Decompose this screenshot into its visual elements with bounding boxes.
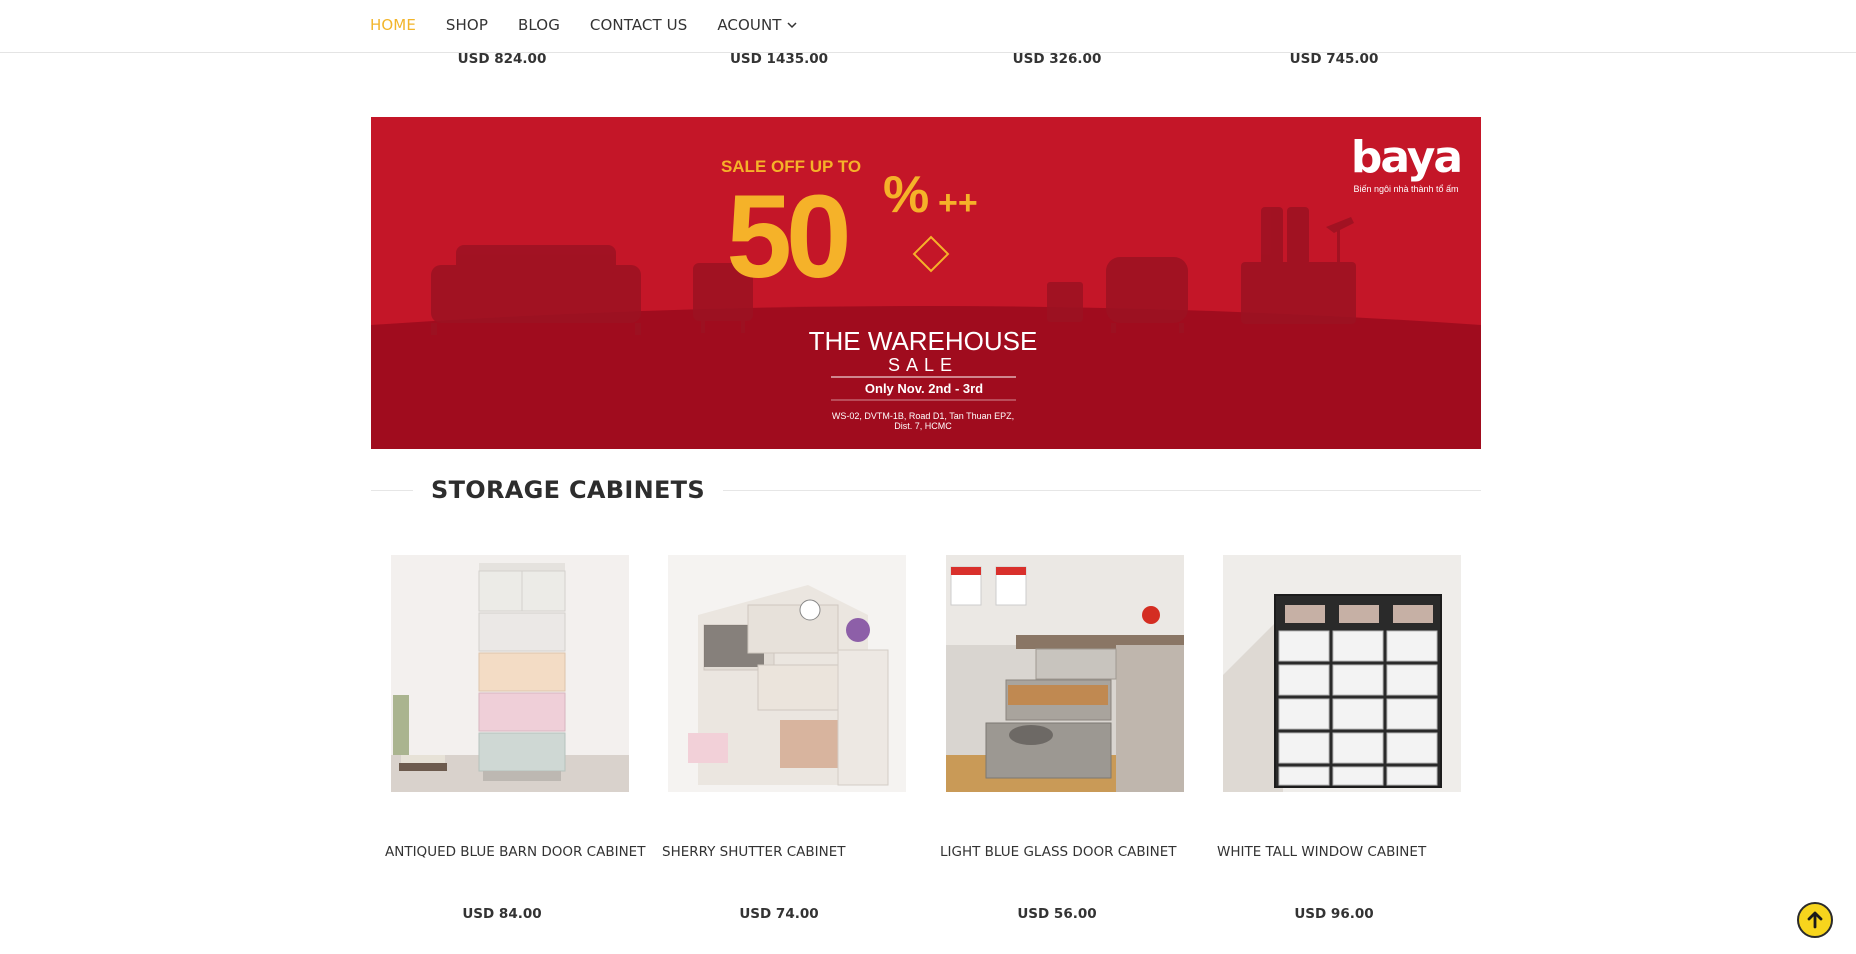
banner-plus: ++ — [938, 184, 978, 222]
banner-graphic: SALE OFF UP TO 50 % ++ THE WAREHOUSE SAL… — [371, 132, 1481, 449]
nav-item-home[interactable]: HOME — [370, 16, 416, 34]
product-name[interactable]: LIGHT BLUE GLASS DOOR CABINET — [940, 844, 1177, 860]
divider — [674, 490, 1481, 491]
arrow-up-icon — [1807, 911, 1823, 929]
nav-account-label: ACOUNT — [717, 15, 782, 34]
nav-home-label: HOME — [370, 15, 416, 34]
banner-dates: Only Nov. 2nd - 3rd — [865, 381, 983, 396]
sale-banner[interactable]: SALE OFF UP TO 50 % ++ THE WAREHOUSE SAL… — [371, 117, 1481, 449]
product-price: USD 56.00 — [1017, 906, 1097, 922]
product-price: USD 96.00 — [1294, 906, 1374, 922]
nav-item-blog[interactable]: BLOG — [518, 16, 560, 34]
banner-tagline: Biến ngôi nhà thành tổ ấm — [1353, 184, 1458, 194]
product-price: USD 74.00 — [739, 906, 819, 922]
banner-title-line1: THE WAREHOUSE — [809, 326, 1038, 356]
product-price: USD 326.00 — [1012, 51, 1102, 67]
product-price: USD 1435.00 — [729, 51, 829, 67]
product-price: USD 824.00 — [457, 51, 547, 67]
top-price-row: USD 824.00 USD 1435.00 USD 326.00 USD 74… — [0, 50, 1856, 70]
top-navbar: HOME SHOP BLOG CONTACT US ACOUNT — [0, 0, 1856, 53]
nav-blog-label: BLOG — [517, 15, 560, 34]
main-nav: HOME SHOP BLOG CONTACT US ACOUNT — [370, 0, 827, 49]
scroll-to-top-button[interactable] — [1797, 902, 1833, 938]
product-price: USD 84.00 — [462, 906, 542, 922]
product-image[interactable] — [1223, 555, 1461, 792]
product-name[interactable]: SHERRY SHUTTER CABINET — [662, 844, 846, 860]
banner-percent: 50 — [726, 171, 847, 303]
section-title: STORAGE CABINETS — [431, 476, 723, 504]
banner-title-line2: SALE — [888, 355, 958, 375]
banner-address-line2: Dist. 7, HCMC — [894, 421, 952, 431]
nav-contact-label: CONTACT US — [589, 15, 688, 34]
product-price: USD 745.00 — [1289, 51, 1379, 67]
nav-shop-label: SHOP — [445, 15, 488, 34]
banner-percent-sign: % — [883, 166, 929, 224]
product-name[interactable]: WHITE TALL WINDOW CABINET — [1217, 844, 1426, 860]
product-name[interactable]: ANTIQUED BLUE BARN DOOR CABINET — [385, 844, 645, 860]
nav-item-contact[interactable]: CONTACT US — [590, 16, 687, 34]
page: HOME SHOP BLOG CONTACT US ACOUNT USD 824… — [0, 0, 1856, 954]
banner-address-line1: WS-02, DVTM-1B, Road D1, Tan Thuan EPZ, — [832, 411, 1014, 421]
chevron-down-icon — [787, 21, 797, 28]
product-image[interactable] — [946, 555, 1184, 792]
section-heading: STORAGE CABINETS — [371, 470, 1481, 510]
product-image[interactable] — [391, 555, 629, 792]
product-image[interactable] — [668, 555, 906, 792]
divider — [371, 490, 413, 491]
baya-logo: baya — [1351, 132, 1461, 183]
nav-item-account[interactable]: ACOUNT — [717, 15, 797, 34]
nav-item-shop[interactable]: SHOP — [446, 16, 488, 34]
